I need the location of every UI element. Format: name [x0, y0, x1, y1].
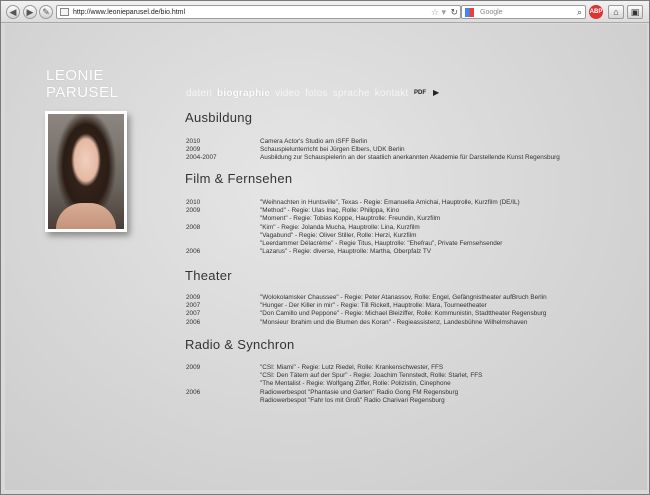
- entry-text: "Vagabund" - Regie: Oliver Stiller, Roll…: [260, 231, 417, 239]
- list-item: 2010 "Weihnachten in Huntsville", Texas -…: [186, 199, 520, 207]
- list-item: "CSI: Den Tätern auf der Spur" - Regie: …: [186, 372, 482, 380]
- section-radio-list: 2009 "CSI: Miami" - Regie: Lutz Riedel, R…: [186, 364, 482, 405]
- nav-item-daten[interactable]: daten: [186, 88, 212, 99]
- address-url[interactable]: http://www.leonieparusel.de/bio.html: [73, 7, 185, 18]
- section-title-radio: Radio & Synchron: [185, 337, 295, 352]
- list-item: "Moment" - Regie: Tobias Koppe, Hauptrol…: [186, 215, 520, 223]
- back-icon[interactable]: ◀: [6, 5, 20, 19]
- section-title-ausbildung: Ausbildung: [185, 110, 253, 125]
- play-arrow-icon[interactable]: ▶: [433, 88, 439, 97]
- list-item: 2004-2007 Ausbildung zur Schauspielerin a…: [186, 154, 560, 162]
- list-item: 2006 Radiowerbespot "Phantasie und Garten…: [186, 389, 482, 397]
- list-item: "Vagabund" - Regie: Oliver Stiller, Roll…: [186, 232, 520, 240]
- entry-text: "Monsieur Ibrahim und die Blumen des Kor…: [260, 318, 528, 326]
- section-ausbildung-list: 2010 Camera Actor's Studio am iSFF Berlin…: [186, 138, 560, 163]
- entry-text: "Kim" - Regie: Jolanda Mucha, Hauptrolle…: [260, 223, 420, 231]
- history-icon[interactable]: ✎: [39, 5, 53, 19]
- list-item: 2010 Camera Actor's Studio am iSFF Berlin: [186, 138, 560, 146]
- entry-text: "Hunger - Der Killer in mir" - Regie: Ti…: [260, 302, 487, 310]
- entry-text: "Method" - Regie: Ulas Inaç, Rolle: Phil…: [260, 207, 400, 215]
- entry-year: [186, 215, 260, 223]
- section-title-theater: Theater: [185, 268, 232, 283]
- entry-text: "Weihnachten in Huntsville", Texas - Reg…: [260, 199, 520, 206]
- bookmark-star-icon[interactable]: ☆ ▾: [431, 6, 446, 18]
- page-favicon-icon: [60, 8, 69, 16]
- list-item: 2007 "Hunger - Der Killer in mir" - Regie…: [186, 302, 547, 310]
- portrait-image: [48, 114, 124, 229]
- site-name-first: LEONIE: [46, 67, 105, 84]
- home-icon[interactable]: ⌂: [608, 5, 624, 19]
- nav-item-biographie[interactable]: biographie: [217, 88, 270, 99]
- entry-text: "Don Camillo und Peppone" - Regie: Micha…: [260, 310, 547, 318]
- entry-text: Schauspielunterricht bei Jürgen Elbers, …: [260, 146, 405, 154]
- list-item: 2009 "CSI: Miami" - Regie: Lutz Riedel, R…: [186, 364, 482, 372]
- entry-year: 2010: [186, 199, 201, 206]
- entry-year: 2008: [186, 223, 201, 231]
- browser-toolbar: ◀ ▶ ✎ http://www.leonieparusel.de/bio.ht…: [1, 1, 649, 23]
- search-engine-icon[interactable]: [465, 8, 474, 17]
- entry-text: "Moment" - Regie: Tobias Koppe, Hauptrol…: [260, 215, 441, 223]
- entry-year: 2006: [186, 248, 201, 256]
- entry-text: "CSI: Miami" - Regie: Lutz Riedel, Rolle…: [260, 364, 444, 371]
- entry-year: [186, 380, 260, 388]
- nav-item-video[interactable]: video: [275, 88, 300, 99]
- entry-year: 2007: [186, 302, 201, 310]
- menu-icon[interactable]: ▣: [627, 5, 643, 19]
- section-title-film: Film & Fernsehen: [185, 171, 293, 186]
- entry-text: "The Mentalist - Regie: Wolfgang Ziffer,…: [260, 380, 451, 388]
- list-item: 2009 "Wolokolamsker Chaussee" - Regie: Pe…: [186, 294, 547, 302]
- entry-year: 2009: [186, 364, 201, 371]
- main-nav: daten biographie video fotos sprache kon…: [186, 88, 408, 99]
- pdf-link[interactable]: PDF: [414, 90, 426, 96]
- entry-year: 2006: [186, 318, 201, 326]
- entry-year: 2007: [186, 310, 201, 318]
- entry-year: [186, 372, 260, 380]
- section-film-list: 2010 "Weihnachten in Huntsville", Texas -…: [186, 199, 520, 256]
- entry-year: 2010: [186, 138, 201, 145]
- entry-text: "Lazarus" - Regie: diverse, Hauptrolle: …: [260, 248, 432, 256]
- entry-year: 2006: [186, 388, 201, 396]
- nav-item-fotos[interactable]: fotos: [305, 88, 328, 99]
- list-item: "The Mentalist - Regie: Wolfgang Ziffer,…: [186, 380, 482, 388]
- list-item: 2009 Schauspielunterricht bei Jürgen Elbe…: [186, 146, 560, 154]
- entry-year: [186, 232, 260, 240]
- section-theater-list: 2009 "Wolokolamsker Chaussee" - Regie: Pe…: [186, 294, 547, 327]
- entry-text: Ausbildung zur Schauspielerin an der sta…: [260, 154, 560, 162]
- web-page: LEONIE PARUSEL daten biographie video fo…: [5, 24, 647, 490]
- entry-year: 2009: [186, 146, 201, 154]
- entry-text: Camera Actor's Studio am iSFF Berlin: [260, 138, 368, 145]
- portrait-photo: [45, 111, 127, 232]
- nav-item-kontakt[interactable]: kontakt: [375, 88, 409, 99]
- entry-year: 2004-2007: [186, 154, 217, 162]
- list-item: "Leerdammer Délacrème" - Regie Titus, Ha…: [186, 240, 520, 248]
- list-item: 2007 "Don Camillo und Peppone" - Regie: M…: [186, 310, 547, 318]
- reload-icon[interactable]: ↻: [450, 6, 458, 18]
- search-icon[interactable]: ⌕: [577, 6, 582, 18]
- nav-item-sprache[interactable]: sprache: [333, 88, 370, 99]
- entry-text: Radiowerbespot "Fahr los mit Groß" Radio…: [260, 396, 445, 404]
- forward-icon[interactable]: ▶: [23, 5, 37, 19]
- site-name-last: PARUSEL: [46, 84, 119, 101]
- list-item: 2006 "Lazarus" - Regie: diverse, Hauptrol…: [186, 248, 520, 256]
- list-item: 2008 "Kim" - Regie: Jolanda Mucha, Hauptr…: [186, 224, 520, 232]
- list-item: 2006 "Monsieur Ibrahim und die Blumen des…: [186, 319, 547, 327]
- browser-window: ◀ ▶ ✎ http://www.leonieparusel.de/bio.ht…: [0, 0, 650, 495]
- entry-text: Radiowerbespot "Phantasie und Garten" Ra…: [260, 388, 459, 396]
- site-name[interactable]: LEONIE PARUSEL: [46, 67, 118, 101]
- entry-year: [186, 240, 260, 248]
- adblock-icon[interactable]: ABP: [589, 5, 603, 19]
- list-item: Radiowerbespot "Fahr los mit Groß" Radio…: [186, 397, 482, 405]
- list-item: 2009 "Method" - Regie: Ulas Inaç, Rolle: …: [186, 207, 520, 215]
- entry-year: [186, 397, 260, 405]
- entry-text: "Wolokolamsker Chaussee" - Regie: Peter …: [260, 294, 547, 301]
- entry-text: "CSI: Den Tätern auf der Spur" - Regie: …: [260, 372, 483, 380]
- entry-year: 2009: [186, 294, 201, 301]
- entry-text: "Leerdammer Délacrème" - Regie Titus, Ha…: [260, 240, 503, 248]
- search-placeholder[interactable]: Google: [480, 7, 503, 18]
- address-bar[interactable]: http://www.leonieparusel.de/bio.html ☆ ▾…: [56, 5, 461, 19]
- search-bar[interactable]: Google ⌕: [461, 5, 586, 19]
- entry-year: 2009: [186, 207, 201, 215]
